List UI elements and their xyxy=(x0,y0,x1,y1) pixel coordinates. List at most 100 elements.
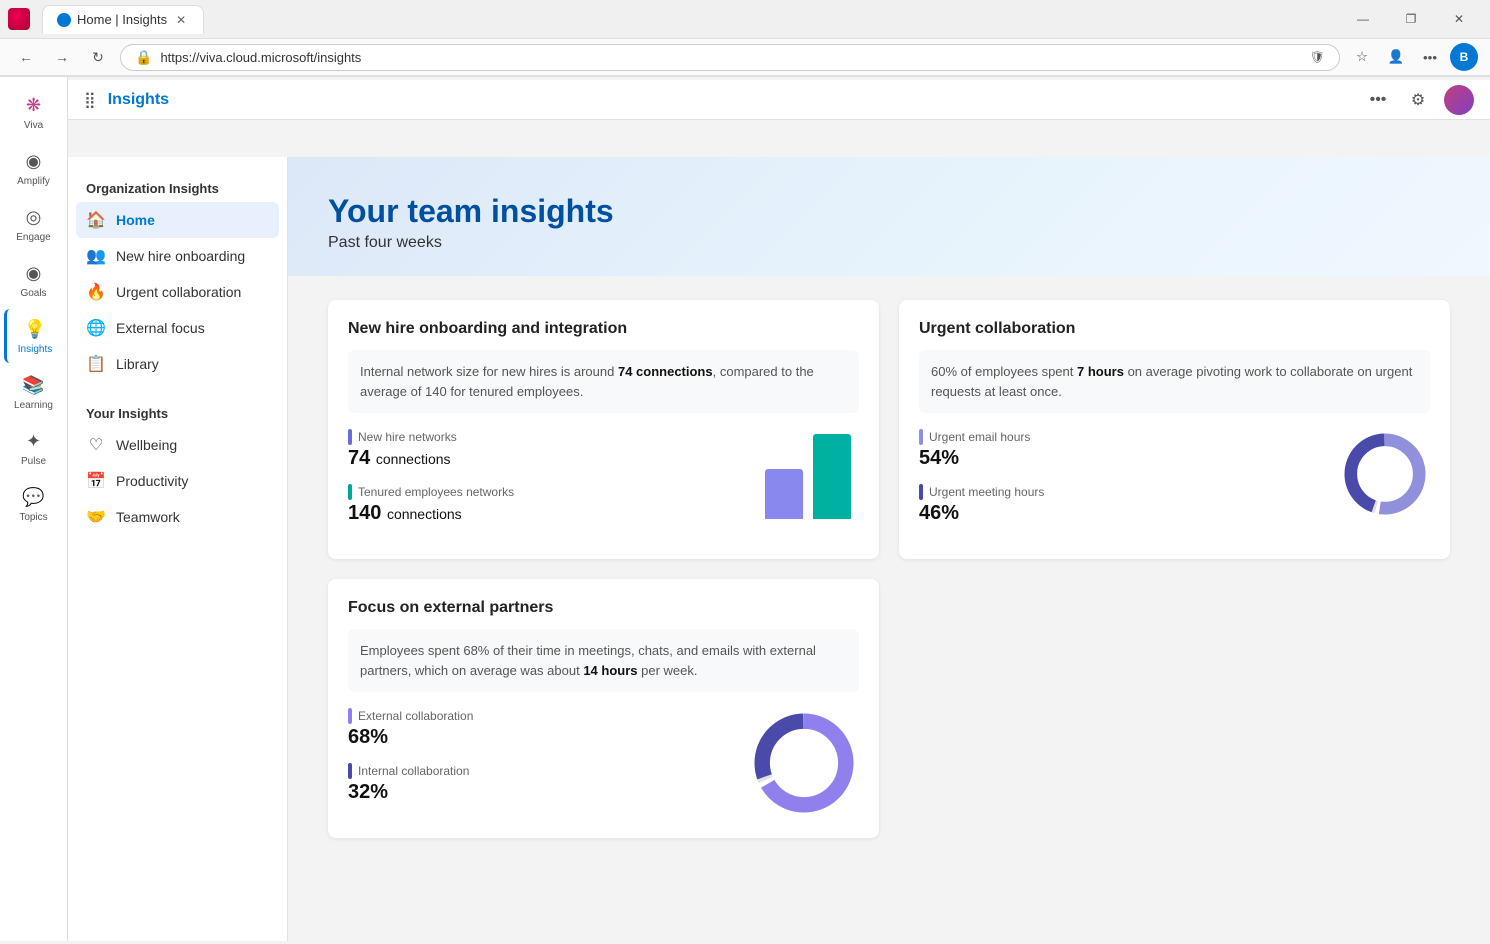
rail-item-viva[interactable]: ❋ Viva xyxy=(4,85,64,139)
urgent-stat-value-1: 54% xyxy=(919,447,1320,470)
bing-button[interactable]: B xyxy=(1450,43,1478,71)
browser-shield-icon: 🛡 xyxy=(1310,50,1325,64)
new-hire-stat-label-1: New hire networks xyxy=(348,429,745,445)
nav-item-external[interactable]: 🌐 External focus xyxy=(76,310,279,346)
topics-icon: 💬 xyxy=(22,485,46,509)
icon-rail: ❋ Viva ◉ Amplify ◎ Engage ◉ Goals 💡 Insi… xyxy=(0,77,68,941)
nav-item-urgent[interactable]: 🔥 Urgent collaboration xyxy=(76,274,279,310)
urgent-stats-list: Urgent email hours 54% Urgent meeting ho… xyxy=(919,429,1320,539)
profile-icon[interactable]: 👤 xyxy=(1382,43,1410,71)
new-hire-stats-list: New hire networks 74 connections Tenured… xyxy=(348,429,745,539)
settings-button[interactable]: ⚙ xyxy=(1404,86,1432,114)
bar-2 xyxy=(813,434,851,519)
maximize-button[interactable]: ❐ xyxy=(1388,4,1434,34)
app-header: ⣿ Insights ••• ⚙ xyxy=(68,80,1490,120)
urgent-card-title: Urgent collaboration xyxy=(919,320,1430,338)
nav-label-wellbeing: Wellbeing xyxy=(116,437,177,453)
nav-label-home: Home xyxy=(116,212,155,228)
viva-icon: ❋ xyxy=(22,93,46,117)
new-hire-color-bar-1 xyxy=(348,429,352,445)
rail-item-goals[interactable]: ◉ Goals xyxy=(4,253,64,307)
rail-item-engage[interactable]: ◎ Engage xyxy=(4,197,64,251)
rail-label-engage: Engage xyxy=(16,232,50,243)
new-hire-stat-value-2: 140 connections xyxy=(348,502,745,525)
url-text: https://viva.cloud.microsoft/insights xyxy=(160,50,1301,65)
wellbeing-icon: ♡ xyxy=(86,435,106,455)
refresh-button[interactable]: ↻ xyxy=(84,43,112,71)
urgent-donut-chart xyxy=(1340,429,1430,519)
rail-label-amplify: Amplify xyxy=(17,176,50,187)
active-tab[interactable]: Home | Insights ✕ xyxy=(42,5,204,34)
tab-close-button[interactable]: ✕ xyxy=(173,12,189,28)
nav-label-external: External focus xyxy=(116,320,205,336)
rail-item-insights[interactable]: 💡 Insights xyxy=(4,309,64,363)
rail-label-learning: Learning xyxy=(14,400,53,411)
address-bar[interactable]: 🔒 https://viva.cloud.microsoft/insights … xyxy=(120,44,1340,71)
rail-item-pulse[interactable]: ✦ Pulse xyxy=(4,421,64,475)
external-color-bar-2 xyxy=(348,763,352,779)
teamwork-icon: 🤝 xyxy=(86,507,106,527)
rail-label-pulse: Pulse xyxy=(21,456,46,467)
org-section-title: Organization Insights xyxy=(76,173,279,202)
nav-item-new-hire[interactable]: 👥 New hire onboarding xyxy=(76,238,279,274)
external-stats-list: External collaboration 68% Internal coll… xyxy=(348,708,729,818)
rail-item-amplify[interactable]: ◉ Amplify xyxy=(4,141,64,195)
minimize-button[interactable]: — xyxy=(1340,4,1386,34)
nav-label-library: Library xyxy=(116,356,159,372)
rail-label-goals: Goals xyxy=(20,288,46,299)
pulse-icon: ✦ xyxy=(22,429,46,453)
collections-icon[interactable]: ☆ xyxy=(1348,43,1376,71)
external-description: Employees spent 68% of their time in mee… xyxy=(348,629,859,692)
hero-title: Your team insights xyxy=(328,193,1450,230)
app-header-actions: ••• ⚙ xyxy=(1364,85,1474,115)
bar-1 xyxy=(765,469,803,519)
new-hire-stat-value-1: 74 connections xyxy=(348,447,745,470)
external-stat-label-2: Internal collaboration xyxy=(348,763,729,779)
user-avatar[interactable] xyxy=(1444,85,1474,115)
urgent-collab-card: Urgent collaboration 60% of employees sp… xyxy=(899,300,1450,559)
nav-item-wellbeing[interactable]: ♡ Wellbeing xyxy=(76,427,279,463)
external-donut-chart xyxy=(749,708,859,818)
more-options-button[interactable]: ••• xyxy=(1364,86,1392,114)
urgent-stat-2: Urgent meeting hours 46% xyxy=(919,484,1320,525)
rail-item-topics[interactable]: 💬 Topics xyxy=(4,477,64,531)
external-stats: External collaboration 68% Internal coll… xyxy=(348,708,859,818)
rail-label-topics: Topics xyxy=(19,512,47,523)
external-color-bar-1 xyxy=(348,708,352,724)
tab-strip: Home | Insights ✕ xyxy=(42,5,204,34)
close-button[interactable]: ✕ xyxy=(1436,4,1482,34)
cards-grid: New hire onboarding and integration Inte… xyxy=(328,300,1450,838)
nav-item-home[interactable]: 🏠 Home xyxy=(76,202,279,238)
new-hire-stat-1: New hire networks 74 connections xyxy=(348,429,745,470)
new-hire-card-title: New hire onboarding and integration xyxy=(348,320,859,338)
grid-menu-icon[interactable]: ⣿ xyxy=(84,90,96,110)
window-controls: — ❐ ✕ xyxy=(1340,4,1482,34)
urgent-color-bar-1 xyxy=(919,429,923,445)
external-donut-svg xyxy=(749,708,859,818)
engage-icon: ◎ xyxy=(22,205,46,229)
forward-button[interactable]: → xyxy=(48,43,76,71)
external-stat-value-2: 32% xyxy=(348,781,729,804)
rail-item-learning[interactable]: 📚 Learning xyxy=(4,365,64,419)
productivity-icon: 📅 xyxy=(86,471,106,491)
nav-item-productivity[interactable]: 📅 Productivity xyxy=(76,463,279,499)
urgent-stat-label-2: Urgent meeting hours xyxy=(919,484,1320,500)
urgent-color-bar-2 xyxy=(919,484,923,500)
external-partners-card: Focus on external partners Employees spe… xyxy=(328,579,879,838)
back-button[interactable]: ← xyxy=(12,43,40,71)
more-tools-icon[interactable]: ••• xyxy=(1416,43,1444,71)
nav-item-teamwork[interactable]: 🤝 Teamwork xyxy=(76,499,279,535)
external-stat-label-1: External collaboration xyxy=(348,708,729,724)
hero-subtitle: Past four weeks xyxy=(328,234,1450,252)
content-area: New hire onboarding and integration Inte… xyxy=(288,276,1490,862)
library-icon: 📋 xyxy=(86,354,106,374)
home-icon: 🏠 xyxy=(86,210,106,230)
left-nav: Organization Insights 🏠 Home 👥 New hire … xyxy=(68,157,288,941)
external-icon: 🌐 xyxy=(86,318,106,338)
rail-label-insights: Insights xyxy=(18,344,52,355)
nav-item-library[interactable]: 📋 Library xyxy=(76,346,279,382)
rail-label-viva: Viva xyxy=(24,120,43,131)
new-hire-stat-2: Tenured employees networks 140 connectio… xyxy=(348,484,745,525)
nav-label-urgent: Urgent collaboration xyxy=(116,284,241,300)
external-card-title: Focus on external partners xyxy=(348,599,859,617)
